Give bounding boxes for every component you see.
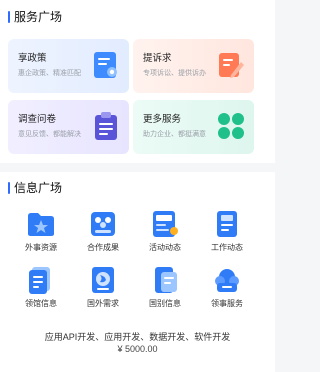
card-policy[interactable]: 享政策 惠企政策、精准匹配 xyxy=(8,39,129,93)
info-item-consulate-info[interactable]: 领馆信息 xyxy=(10,266,72,316)
card-survey-title: 调查问卷 xyxy=(18,114,57,125)
card-appeal-title: 提诉求 xyxy=(143,53,172,64)
card-survey[interactable]: 调查问卷 意见反馈、都能解决 xyxy=(8,100,129,154)
card-policy-title: 享政策 xyxy=(18,53,47,64)
info-item-activity-news[interactable]: 活动动态 xyxy=(134,210,196,260)
info-section: 信息广场 外事资源 合作成果 活动动态 工作动态 领馆信息 国外需求 国别信息 … xyxy=(0,172,275,372)
policy-doc-icon xyxy=(94,52,117,78)
clipboard-icon xyxy=(95,112,117,140)
work-report-icon xyxy=(217,211,237,237)
info-item-label: 国别信息 xyxy=(149,299,181,308)
info-item-label: 合作成果 xyxy=(87,243,119,252)
info-item-work-news[interactable]: 工作动态 xyxy=(196,210,258,260)
info-item-foreign-resources[interactable]: 外事资源 xyxy=(10,210,72,260)
card-appeal-subtitle: 专项诉讼、提供诉办 xyxy=(143,70,206,77)
activity-doc-icon xyxy=(153,211,178,237)
edit-pen-icon xyxy=(219,53,244,78)
info-item-label: 工作动态 xyxy=(211,243,243,252)
info-item-consular-service[interactable]: 领事服务 xyxy=(196,266,258,316)
card-more-services[interactable]: 更多服务 助力企业、都挺满意 xyxy=(133,100,254,154)
listing-title[interactable]: 应用API开发、应用开发、数据开发、软件开发 xyxy=(0,330,275,343)
card-survey-subtitle: 意见反馈、都能解决 xyxy=(18,131,81,138)
info-item-cooperation-results[interactable]: 合作成果 xyxy=(72,210,134,260)
service-section-title: 服务广场 xyxy=(8,10,62,24)
country-doc-icon xyxy=(155,267,177,293)
card-appeal[interactable]: 提诉求 专项诉讼、提供诉办 xyxy=(133,39,254,93)
info-item-label: 活动动态 xyxy=(149,243,181,252)
listing-price: ¥ 5000.00 xyxy=(117,344,158,354)
service-cloud-icon xyxy=(215,269,239,292)
clover-grid-icon xyxy=(218,113,244,139)
info-item-label: 国外需求 xyxy=(87,299,119,308)
folder-star-icon xyxy=(28,213,54,236)
team-icon xyxy=(91,212,115,236)
info-item-label: 外事资源 xyxy=(25,243,57,252)
card-policy-subtitle: 惠企政策、精准匹配 xyxy=(18,70,81,77)
card-more-services-title: 更多服务 xyxy=(143,114,182,125)
consulate-doc-icon xyxy=(29,267,50,294)
info-item-overseas-demand[interactable]: 国外需求 xyxy=(72,266,134,316)
card-more-services-subtitle: 助力企业、都挺满意 xyxy=(143,131,206,138)
info-item-label: 领事服务 xyxy=(211,299,243,308)
info-item-country-info[interactable]: 国别信息 xyxy=(134,266,196,316)
info-section-title: 信息广场 xyxy=(8,181,62,195)
info-item-label: 领馆信息 xyxy=(25,299,57,308)
service-section: 服务广场 享政策 惠企政策、精准匹配 提诉求 专项诉讼、提供诉办 调查问卷 意见… xyxy=(0,0,275,163)
globe-doc-icon xyxy=(92,267,114,293)
